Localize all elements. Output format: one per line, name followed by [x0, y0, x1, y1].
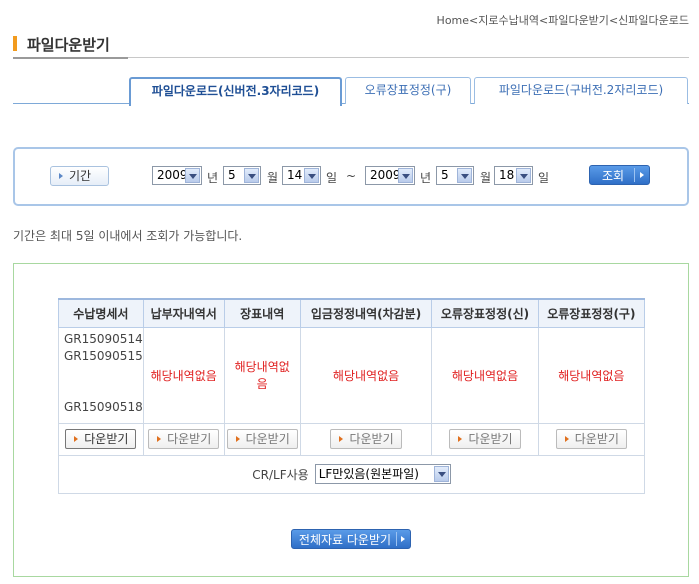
arrow-right-icon: [235, 436, 240, 442]
download-all-button[interactable]: 전체자료 다운받기: [291, 529, 411, 549]
arrow-right-icon: [59, 173, 63, 179]
period-notice: 기간은 최대 5일 이내에서 조회가 가능합니다.: [13, 229, 243, 243]
col-header-receipt-statement: 수납명세서: [58, 298, 144, 328]
query-button[interactable]: 조회: [589, 165, 650, 185]
to-year-select[interactable]: 2009: [365, 166, 415, 185]
crlf-row: CR/LF사용 LF만있음(원본파일): [58, 454, 645, 494]
to-day-select[interactable]: 18: [494, 166, 533, 185]
breadcrumb-home[interactable]: Home: [437, 14, 469, 27]
col-header-error-correction-old: 오류장표정정(구): [537, 298, 646, 328]
arrow-right-icon: [401, 536, 405, 542]
table-row: GR15090514 GR15090515 GR15090518 해당내역없음 …: [58, 326, 646, 424]
table-header-row: 수납명세서 납부자내역서 장표내역 입금정정내역(차감분) 오류장표정정(신) …: [58, 298, 646, 328]
col-header-error-correction-new: 오류장표정정(신): [431, 298, 539, 328]
crlf-label: CR/LF사용: [252, 467, 309, 482]
slip-details-empty: 해당내역없음: [223, 326, 301, 424]
chevron-down-icon: [244, 168, 259, 183]
download-slip-button[interactable]: 다운받기: [226, 429, 298, 449]
receipt-code-list: GR15090514 GR15090515 GR15090518: [58, 326, 144, 424]
table-row: 다운받기 다운받기 다운받기 다운받기 다운받기 다운받기: [58, 422, 646, 456]
breadcrumb-file-download[interactable]: 파일다운받기: [548, 14, 609, 27]
download-error-new-button[interactable]: 다운받기: [449, 429, 521, 449]
arrow-right-icon: [458, 436, 463, 442]
chevron-down-icon: [398, 168, 413, 183]
error-correction-old-empty: 해당내역없음: [537, 326, 646, 424]
page-title: 파일다운받기: [27, 36, 110, 54]
from-month-select[interactable]: 5: [223, 166, 261, 185]
arrow-right-icon: [157, 436, 162, 442]
download-deposit-correction-button[interactable]: 다운받기: [330, 429, 402, 449]
page-header: 파일다운받기: [13, 34, 689, 59]
chevron-down-icon: [457, 168, 472, 183]
arrow-right-icon: [339, 436, 344, 442]
tab-file-download-new[interactable]: 파일다운로드(신버전.3자리코드): [129, 77, 342, 106]
download-payer-button[interactable]: 다운받기: [148, 429, 220, 449]
chevron-down-icon: [433, 466, 449, 482]
to-month-select[interactable]: 5: [436, 166, 474, 185]
crlf-select[interactable]: LF만있음(원본파일): [314, 464, 451, 484]
chevron-down-icon: [516, 168, 531, 183]
arrow-right-icon: [74, 436, 79, 442]
from-day-select[interactable]: 14: [282, 166, 321, 185]
breadcrumb-new-file-download: 신파일다운로드: [618, 14, 689, 27]
arrow-right-icon: [640, 172, 644, 178]
chevron-down-icon: [185, 168, 200, 183]
period-button[interactable]: 기간: [50, 166, 109, 186]
col-header-payer-details: 납부자내역서: [142, 298, 225, 328]
download-error-old-button[interactable]: 다운받기: [555, 429, 627, 449]
error-correction-new-empty: 해당내역없음: [431, 326, 539, 424]
payer-details-empty: 해당내역없음: [142, 326, 225, 424]
receipt-code: GR15090515: [64, 348, 143, 363]
download-receipt-button[interactable]: 다운받기: [65, 429, 137, 449]
search-panel: 기간 2009 년 5 월 14 일 ~ 2009 년 5 월 18 일 조회: [13, 147, 689, 206]
receipt-code: GR15090518: [64, 399, 143, 414]
result-panel: 수납명세서 납부자내역서 장표내역 입금정정내역(차감분) 오류장표정정(신) …: [13, 263, 689, 577]
from-year-select[interactable]: 2009: [152, 166, 202, 185]
tab-bar: 파일다운로드(신버전.3자리코드) 오류장표정정(구) 파일다운로드(구버전.2…: [13, 77, 689, 106]
deposit-correction-empty: 해당내역없음: [299, 326, 433, 424]
col-header-deposit-correction: 입금정정내역(차감분): [299, 298, 433, 328]
breadcrumb: Home<지로수납내역<파일다운받기<신파일다운로드: [436, 14, 689, 27]
tab-file-download-old[interactable]: 파일다운로드(구버전.2자리코드): [474, 77, 688, 104]
receipt-code: GR15090514: [64, 331, 143, 346]
arrow-right-icon: [564, 436, 569, 442]
tab-error-correction-old[interactable]: 오류장표정정(구): [345, 77, 471, 104]
col-header-slip-details: 장표내역: [223, 298, 301, 328]
chevron-down-icon: [304, 168, 319, 183]
breadcrumb-giro[interactable]: 지로수납내역: [478, 14, 539, 27]
download-table: 수납명세서 납부자내역서 장표내역 입금정정내역(차감분) 오류장표정정(신) …: [58, 298, 646, 494]
title-accent-bar: [13, 36, 17, 51]
